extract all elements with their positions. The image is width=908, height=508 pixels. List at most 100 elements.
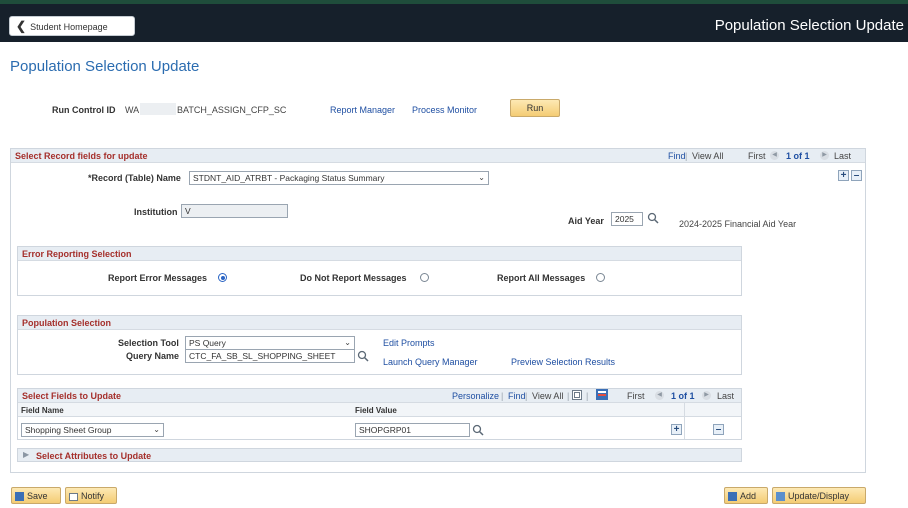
attributes-section-title: Select Attributes to Update bbox=[36, 451, 152, 461]
record-fields-title: Select Record fields for update bbox=[15, 151, 148, 161]
run-control-value-prefix: WA bbox=[125, 105, 140, 115]
save-label: Save bbox=[27, 491, 48, 501]
chevron-down-icon: ⌄ bbox=[478, 173, 485, 182]
aid-year-description: 2024-2025 Financial Aid Year bbox=[679, 219, 797, 229]
chevron-down-icon: ⌄ bbox=[344, 338, 351, 347]
first-label: First bbox=[748, 151, 766, 161]
separator: | bbox=[685, 151, 688, 161]
search-icon[interactable] bbox=[472, 424, 484, 436]
add-icon bbox=[728, 492, 737, 502]
add-row-icon[interactable]: + bbox=[671, 424, 682, 435]
record-name-select[interactable]: STDNT_AID_ATRBT - Packaging Status Summa… bbox=[189, 171, 489, 185]
top-banner: ❮ Student Homepage Population Selection U… bbox=[0, 0, 908, 42]
edit-prompts-link[interactable]: Edit Prompts bbox=[383, 338, 435, 348]
run-control-label: Run Control ID bbox=[52, 105, 116, 115]
error-reporting-header: Error Reporting Selection bbox=[18, 247, 741, 261]
query-name-input[interactable]: CTC_FA_SB_SL_SHOPPING_SHEET bbox=[185, 349, 355, 363]
last-label: Last bbox=[717, 391, 735, 401]
chevron-left-icon: ❮ bbox=[16, 19, 27, 33]
aid-year-input[interactable]: 2025 bbox=[611, 212, 643, 226]
launch-query-manager-link[interactable]: Launch Query Manager bbox=[383, 357, 478, 367]
search-icon[interactable] bbox=[647, 212, 659, 224]
student-homepage-label: Student Homepage bbox=[30, 22, 108, 32]
field-value-value: SHOPGRP01 bbox=[359, 425, 411, 435]
column-divider bbox=[684, 403, 685, 439]
separator: | bbox=[567, 391, 570, 401]
next-arrow-icon[interactable]: ▶ bbox=[820, 151, 829, 160]
aid-year-label: Aid Year bbox=[568, 216, 604, 226]
prev-arrow-icon[interactable]: ◀ bbox=[655, 391, 664, 400]
report-all-label: Report All Messages bbox=[497, 273, 586, 283]
update-display-button[interactable]: Update/Display bbox=[772, 487, 866, 504]
chevron-down-icon: ⌄ bbox=[153, 425, 160, 434]
fields-to-update-title: Select Fields to Update bbox=[22, 391, 122, 401]
preview-selection-link[interactable]: Preview Selection Results bbox=[511, 357, 615, 367]
notify-label: Notify bbox=[81, 491, 105, 501]
student-homepage-button[interactable]: ❮ Student Homepage bbox=[9, 16, 135, 36]
institution-label: Institution bbox=[134, 207, 178, 217]
search-icon[interactable] bbox=[357, 350, 369, 362]
update-display-label: Update/Display bbox=[788, 491, 850, 501]
page-title: Population Selection Update bbox=[10, 58, 200, 75]
population-selection-title: Population Selection bbox=[22, 318, 112, 328]
record-name-label: *Record (Table) Name bbox=[88, 173, 181, 183]
record-name-value: STDNT_AID_ATRBT - Packaging Status Summa… bbox=[193, 173, 385, 183]
process-monitor-link[interactable]: Process Monitor bbox=[412, 105, 477, 115]
separator: | bbox=[586, 391, 589, 401]
report-manager-link[interactable]: Report Manager bbox=[330, 105, 395, 115]
delete-row-icon[interactable]: – bbox=[851, 170, 862, 181]
error-reporting-title: Error Reporting Selection bbox=[22, 249, 132, 259]
field-name-select[interactable]: Shopping Sheet Group ⌄ bbox=[21, 423, 164, 437]
add-button[interactable]: Add bbox=[724, 487, 768, 504]
error-reporting-panel: Error Reporting Selection bbox=[17, 246, 742, 296]
separator: | bbox=[525, 391, 528, 401]
last-label: Last bbox=[834, 151, 852, 161]
banner-accent-line bbox=[0, 0, 908, 4]
run-button[interactable]: Run bbox=[510, 99, 560, 117]
field-value-column-header: Field Value bbox=[355, 406, 397, 415]
field-name-value: Shopping Sheet Group bbox=[25, 425, 112, 435]
report-error-label: Report Error Messages bbox=[108, 273, 208, 283]
selection-tool-select[interactable]: PS Query ⌄ bbox=[185, 336, 355, 350]
aid-year-value: 2025 bbox=[615, 214, 634, 224]
population-selection-header: Population Selection bbox=[18, 316, 741, 330]
prev-arrow-icon[interactable]: ◀ bbox=[770, 151, 779, 160]
find-link[interactable]: Find bbox=[668, 151, 686, 161]
notify-icon bbox=[69, 492, 78, 501]
save-button[interactable]: Save bbox=[11, 487, 61, 504]
separator: | bbox=[501, 391, 504, 401]
query-name-value: CTC_FA_SB_SL_SHOPPING_SHEET bbox=[189, 351, 336, 361]
next-arrow-icon[interactable]: ▶ bbox=[702, 391, 711, 400]
row-count: 1 of 1 bbox=[671, 391, 695, 401]
banner-title: Population Selection Update bbox=[714, 17, 904, 34]
do-not-report-radio[interactable] bbox=[420, 273, 429, 282]
view-all-link[interactable]: View All bbox=[692, 151, 723, 161]
row-count: 1 of 1 bbox=[786, 151, 810, 161]
institution-value: V bbox=[185, 206, 191, 216]
field-value-input[interactable]: SHOPGRP01 bbox=[355, 423, 470, 437]
add-label: Add bbox=[740, 491, 757, 501]
zoom-icon[interactable] bbox=[572, 390, 582, 400]
add-row-icon[interactable]: + bbox=[838, 170, 849, 181]
record-fields-header: Select Record fields for update bbox=[11, 149, 865, 163]
notify-button[interactable]: Notify bbox=[65, 487, 117, 504]
query-name-label: Query Name bbox=[126, 351, 180, 361]
field-name-column-header: Field Name bbox=[21, 406, 64, 415]
find-link[interactable]: Find bbox=[508, 391, 526, 401]
view-all-link[interactable]: View All bbox=[532, 391, 563, 401]
report-error-radio[interactable] bbox=[218, 273, 227, 282]
selection-tool-label: Selection Tool bbox=[118, 338, 179, 348]
report-all-radio[interactable] bbox=[596, 273, 605, 282]
selection-tool-value: PS Query bbox=[189, 338, 226, 348]
download-icon[interactable] bbox=[596, 389, 608, 400]
delete-row-icon[interactable]: – bbox=[713, 424, 724, 435]
redacted-block bbox=[140, 103, 176, 115]
institution-input[interactable]: V bbox=[181, 204, 288, 218]
do-not-report-label: Do Not Report Messages bbox=[300, 273, 407, 283]
run-control-value-suffix: BATCH_ASSIGN_CFP_SC bbox=[177, 105, 287, 115]
attributes-section-header[interactable]: ▶ Select Attributes to Update bbox=[17, 448, 742, 462]
expand-triangle-icon: ▶ bbox=[23, 450, 30, 459]
update-display-icon bbox=[776, 492, 785, 502]
first-label: First bbox=[627, 391, 645, 401]
personalize-link[interactable]: Personalize bbox=[452, 391, 499, 401]
